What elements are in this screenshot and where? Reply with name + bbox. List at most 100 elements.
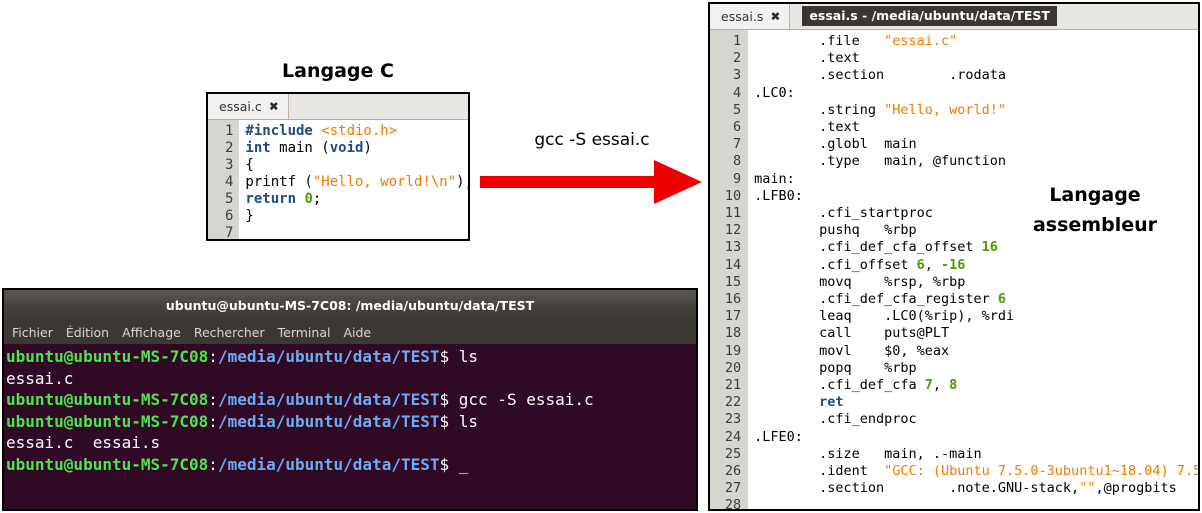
code-token: call puts@PLT (754, 325, 950, 342)
terminal-command (449, 455, 459, 474)
code-token: 16 (981, 239, 998, 256)
prompt-user-host: ubuntu@ubuntu-MS-7C08 (6, 347, 209, 366)
line-number: 1 (224, 123, 234, 139)
code-line: .file "essai.c" (754, 33, 1198, 50)
code-token: .ident (754, 463, 885, 480)
right-arrow-icon (480, 160, 702, 204)
code-token: .string (754, 101, 885, 118)
terminal-command: ls (449, 347, 479, 366)
asm-source-editor-window: essai.s ✖ essai.s - /media/ubuntu/data/T… (708, 2, 1200, 511)
line-number: 3 (732, 67, 742, 84)
terminal-titlebar[interactable]: ubuntu@ubuntu-MS-7C08: /media/ubuntu/dat… (4, 290, 696, 320)
terminal-prompt-line: ubuntu@ubuntu-MS-7C08:/media/ubuntu/data… (6, 389, 696, 411)
c-code-text[interactable]: #include <stdio.h> int main (void){printf… (239, 120, 468, 239)
code-token: printf ( (245, 174, 313, 190)
code-token: main: (754, 170, 795, 187)
code-token: .text (754, 50, 860, 67)
asm-code-text[interactable]: .file "essai.c" .text .section .rodata .L… (748, 30, 1198, 509)
line-number: 9 (732, 170, 742, 187)
code-line: .LC0: (754, 85, 1198, 102)
code-token: .LFE0: (754, 428, 803, 445)
code-token: .section .note.GNU-stack, (754, 480, 1080, 497)
terminal-command: gcc -S essai.c (449, 390, 594, 409)
langage-assembleur-line-2: assembleur (1032, 214, 1158, 236)
prompt-user-host: ubuntu@ubuntu-MS-7C08 (6, 411, 209, 431)
tab-essai-c[interactable]: essai.c ✖ (208, 94, 289, 119)
terminal-prompt-line: ubuntu@ubuntu-MS-7C08:/media/ubuntu/data… (6, 346, 696, 368)
code-token: void (329, 140, 364, 156)
tab-essai-s[interactable]: essai.s ✖ (710, 4, 791, 29)
code-line: ret (754, 394, 1198, 411)
c-line-number-gutter: 1234567 (208, 120, 240, 239)
code-token: popq %rbp (754, 359, 917, 376)
terminal-menu-item-affichage[interactable]: Affichage (122, 325, 181, 340)
line-number: 11 (724, 205, 742, 222)
terminal-menu-item-dition[interactable]: Édition (66, 325, 109, 340)
terminal-output-line: essai.c essai.s (6, 432, 696, 454)
code-token: ret (754, 394, 844, 411)
prompt-symbol: $ (439, 454, 450, 474)
tabbar-empty-space (288, 94, 468, 119)
code-token: .type main, @function (754, 153, 1007, 170)
code-line: .cfi_def_cfa 7, 8 (754, 377, 1198, 394)
code-token: .file (754, 33, 885, 49)
line-number: 3 (224, 157, 234, 173)
code-token: "" (1079, 480, 1096, 497)
close-icon[interactable]: ✖ (770, 10, 780, 22)
code-token: "Hello, world!" (884, 101, 1007, 118)
code-line: .text (754, 50, 1198, 67)
code-token: .text (754, 119, 860, 136)
code-token: ); (456, 174, 468, 190)
line-number: 20 (724, 359, 742, 376)
asm-editor-tabbar: essai.s ✖ essai.s - /media/ubuntu/data/T… (710, 4, 1198, 30)
prompt-colon: : (208, 347, 218, 366)
code-token: 8 (949, 377, 958, 394)
c-code-area: 1234567 #include <stdio.h> int main (void… (208, 120, 468, 239)
code-token: , (924, 256, 942, 273)
terminal-output-line: essai.c (6, 368, 696, 390)
code-token: <stdio.h> (321, 123, 398, 139)
code-line: .section .rodata (754, 67, 1198, 84)
code-token: .cfi_startproc (754, 205, 933, 222)
code-token: 6 (916, 256, 925, 273)
code-token: "GCC: (Ubuntu 7.5.0-3ubuntu1~18.04) 7.5.… (884, 463, 1198, 480)
terminal-menu-item-aide[interactable]: Aide (343, 325, 371, 340)
terminal-menu-item-rechercher[interactable]: Rechercher (194, 325, 265, 340)
terminal-menu-item-terminal[interactable]: Terminal (278, 325, 331, 340)
terminal-cursor: _ (458, 454, 469, 474)
code-token: leaq .LC0(%rip), %rdi (754, 308, 1015, 325)
c-source-editor-window: essai.c ✖ 1234567 #include <stdio.h> int … (206, 92, 470, 241)
line-number: 27 (724, 480, 742, 497)
c-editor-tabbar: essai.c ✖ (208, 94, 468, 120)
prompt-path: /media/ubuntu/data/TEST (217, 390, 440, 409)
code-token: return (245, 191, 296, 207)
asm-code-area: 1 2 3 4 5 6 7 8 9 10 11 12 13 14 15 16 17 18 19 20 21 22 23 24 2… (710, 30, 1198, 509)
prompt-user-host: ubuntu@ubuntu-MS-7C08 (6, 454, 209, 474)
line-number: 7 (732, 136, 742, 153)
code-line: movl $0, %eax (754, 343, 1198, 360)
compile-step-arrow-group: gcc -S essai.c (478, 130, 706, 210)
code-token: pushq %rbp (754, 222, 917, 239)
asm-line-number-gutter: 1 2 3 4 5 6 7 8 9 10 11 12 13 14 15 16 17 18 19 20 21 22 23 24 2… (710, 30, 749, 509)
code-line: { (245, 157, 468, 174)
line-number: 14 (724, 256, 742, 273)
line-number: 2 (224, 140, 234, 156)
terminal-menu-item-fichier[interactable]: Fichier (12, 325, 53, 340)
terminal-prompt-line: ubuntu@ubuntu-MS-7C08:/media/ubuntu/data… (6, 411, 696, 433)
code-token: .cfi_def_cfa_offset (754, 239, 982, 256)
code-token: 6 (997, 291, 1007, 308)
line-number: 8 (732, 153, 742, 170)
line-number: 25 (724, 445, 742, 462)
line-number: 10 (724, 187, 742, 204)
code-token: { (245, 157, 254, 173)
code-token: .cfi_def_cfa_register (754, 291, 998, 308)
prompt-symbol: $ (439, 390, 450, 409)
terminal-output-area[interactable]: ubuntu@ubuntu-MS-7C08: /media/ubuntu/data… (4, 344, 696, 509)
code-token: int (245, 140, 271, 156)
close-icon[interactable]: ✖ (269, 100, 279, 112)
prompt-path: /media/ubuntu/data/TEST (217, 411, 440, 431)
line-number: 23 (724, 411, 742, 428)
terminal-output-text: essai.c essai.s (6, 433, 161, 452)
code-token: ,@progbits (1095, 480, 1177, 497)
line-number: 5 (224, 191, 234, 207)
